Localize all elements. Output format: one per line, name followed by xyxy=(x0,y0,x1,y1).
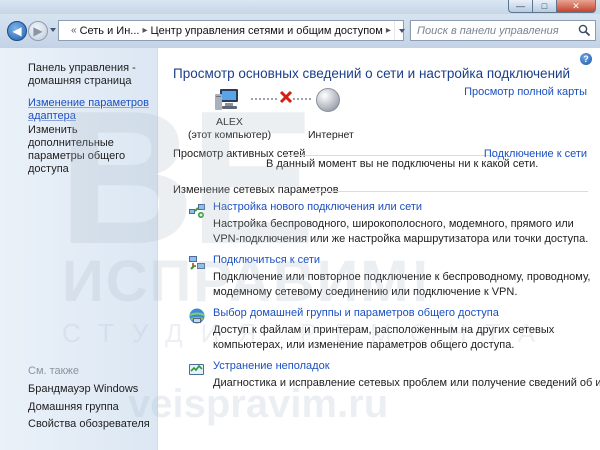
full-map-link[interactable]: Просмотр полной карты xyxy=(464,86,587,98)
forward-arrow-icon: ▶ xyxy=(33,24,43,38)
control-panel-icon xyxy=(63,24,64,37)
back-arrow-icon: ◀ xyxy=(12,24,22,38)
address-bar[interactable]: « Сеть и Ин... ▸ Центр управления сетями… xyxy=(58,20,424,41)
internet-label: Интернет xyxy=(308,129,354,141)
main-panel: ? Просмотр основных сведений о сети и на… xyxy=(158,48,600,450)
sidebar-item-adapter-settings[interactable]: Изменение параметров адаптера xyxy=(28,97,152,123)
breadcrumb-network-internet[interactable]: Сеть и Ин... xyxy=(80,25,140,37)
see-also-internet-options[interactable]: Свойства обозревателя xyxy=(28,418,150,430)
search-input[interactable]: Поиск в панели управления xyxy=(410,20,596,41)
section-divider xyxy=(308,191,588,192)
task-description: Доступ к файлам и принтерам, расположенн… xyxy=(213,324,555,351)
navigation-bar: ◀ ▶ « Сеть и Ин... ▸ Центр управления се… xyxy=(0,14,600,48)
breadcrumb-prefix[interactable]: « xyxy=(71,25,77,36)
back-button[interactable]: ◀ xyxy=(7,21,27,41)
search-icon[interactable] xyxy=(578,24,591,37)
minimize-button[interactable]: — xyxy=(508,0,532,13)
internet-globe-icon[interactable] xyxy=(316,88,340,112)
computer-name: ALEX xyxy=(216,116,243,128)
search-placeholder: Поиск в панели управления xyxy=(417,24,559,37)
connect-network-icon xyxy=(189,256,205,270)
task-link[interactable]: Настройка нового подключения или сети xyxy=(213,201,422,213)
task-description: Подключение или повторное подключение к … xyxy=(213,271,591,298)
connection-status-text: В данный момент вы не подключены ни к ка… xyxy=(266,158,539,170)
troubleshoot-icon xyxy=(189,364,204,375)
title-bar: — □ ✕ xyxy=(0,0,600,14)
breadcrumb-separator[interactable]: ▸ xyxy=(142,25,147,36)
network-map: ALEX (этот компьютер) Интернет xyxy=(158,86,418,146)
network-setup-icon xyxy=(189,204,205,218)
task-description: Настройка беспроводного, широкополосного… xyxy=(213,218,589,245)
help-icon[interactable]: ? xyxy=(580,53,592,65)
see-also-heading: См. также xyxy=(28,365,79,377)
forward-button[interactable]: ▶ xyxy=(28,21,48,41)
red-x-icon[interactable] xyxy=(279,90,293,104)
sidebar: Панель управления - домашняя страница Из… xyxy=(0,48,158,450)
section-divider xyxy=(283,155,495,156)
breadcrumb-network-center[interactable]: Центр управления сетями и общим доступом xyxy=(150,25,382,37)
see-also-homegroup[interactable]: Домашняя группа xyxy=(28,401,119,413)
task-description: Диагностика и исправление сетевых пробле… xyxy=(213,377,600,389)
see-also-firewall[interactable]: Брандмауэр Windows xyxy=(28,383,138,395)
computer-sublabel: (этот компьютер) xyxy=(188,129,272,141)
page-title: Просмотр основных сведений о сети и наст… xyxy=(173,66,571,81)
task-link[interactable]: Устранение неполадок xyxy=(213,360,330,372)
change-settings-heading: Изменение сетевых параметров xyxy=(173,184,339,196)
recent-pages-dropdown[interactable] xyxy=(50,28,56,32)
computer-icon[interactable] xyxy=(214,88,240,112)
breadcrumb-separator[interactable]: ▸ xyxy=(386,25,391,36)
sidebar-item-sharing-settings[interactable]: Изменить дополнительные параметры общего… xyxy=(28,124,152,176)
task-link[interactable]: Подключиться к сети xyxy=(213,254,320,266)
maximize-button[interactable]: □ xyxy=(532,0,556,13)
task-link[interactable]: Выбор домашней группы и параметров общег… xyxy=(213,307,499,319)
address-dropdown-button[interactable] xyxy=(393,21,409,40)
sidebar-item-home[interactable]: Панель управления - домашняя страница xyxy=(28,62,152,88)
connection-line xyxy=(293,98,311,100)
close-button[interactable]: ✕ xyxy=(556,0,596,13)
connection-line xyxy=(251,98,277,100)
homegroup-icon xyxy=(189,308,205,324)
window-controls: — □ ✕ xyxy=(508,0,596,13)
